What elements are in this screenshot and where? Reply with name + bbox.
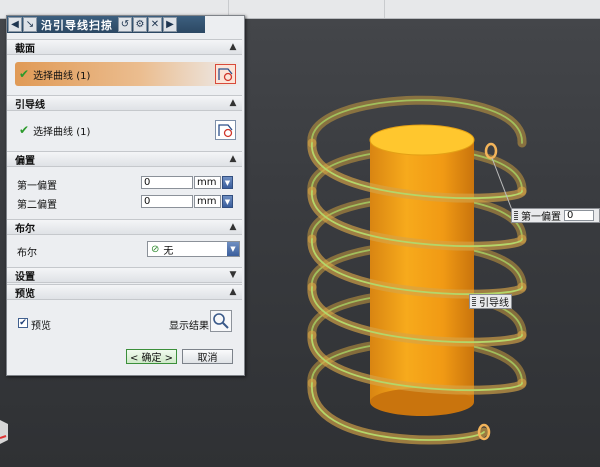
chevron-right-icon[interactable]: ▶ xyxy=(163,17,177,32)
first-offset-tag-label: 第一偏置 xyxy=(521,212,561,223)
boolean-title: 布尔 xyxy=(15,223,35,235)
first-offset-tag-field[interactable]: 0 xyxy=(564,210,594,221)
offset-header[interactable]: 偏置 ▲ xyxy=(7,151,242,167)
cylinder xyxy=(369,124,475,416)
gear-icon[interactable]: ⚙ xyxy=(133,17,147,32)
boolean-header[interactable]: 布尔 ▲ xyxy=(7,219,242,235)
preview-title: 预览 xyxy=(15,288,35,300)
magnifier-icon[interactable] xyxy=(210,310,232,332)
section-title: 截面 xyxy=(15,43,35,55)
ok-button[interactable]: < 确定 > xyxy=(126,349,177,364)
checkmark-icon: ✔ xyxy=(19,123,30,137)
dialog-title: 沿引导线扫掠 xyxy=(41,18,113,32)
reset-icon[interactable]: ↺ xyxy=(118,17,132,32)
settings-header[interactable]: 设置 ▼ xyxy=(7,267,242,283)
boolean-label: 布尔 xyxy=(17,248,37,259)
offset-title: 偏置 xyxy=(15,155,35,167)
second-offset-label: 第二偏置 xyxy=(17,200,57,211)
boolean-value: 无 xyxy=(163,245,174,257)
spin-arrow-icon[interactable]: ▼ xyxy=(222,195,233,208)
chevron-down-icon[interactable]: ▼ xyxy=(227,269,239,281)
first-offset-unit: mm xyxy=(194,176,221,189)
back-icon[interactable]: ◀ xyxy=(8,17,22,32)
show-result-label: 显示结果 xyxy=(169,321,209,332)
preview-checkbox[interactable]: ✔ xyxy=(18,318,28,328)
guide-title: 引导线 xyxy=(15,99,45,111)
sweep-along-guide-dialog: ◀ ↘ 沿引导线扫掠 ↺ ⚙ ✕ ▶ 截面 ▲ ✔ 选择曲线 (1) 引导线 ▲… xyxy=(6,15,245,376)
chevron-up-icon[interactable]: ▲ xyxy=(227,153,239,165)
preview-header[interactable]: 预览 ▲ xyxy=(7,284,242,300)
grip-icon xyxy=(514,211,518,221)
section-header[interactable]: 截面 ▲ xyxy=(7,39,242,55)
curve-select-icon[interactable] xyxy=(215,64,236,84)
guide-select-label: 选择曲线 (1) xyxy=(33,126,91,138)
chevron-down-icon[interactable]: ▼ xyxy=(227,242,239,256)
settings-title: 设置 xyxy=(15,271,35,283)
grip-icon xyxy=(472,297,476,307)
guide-select-row[interactable]: ✔ 选择曲线 (1) xyxy=(15,118,242,142)
spin-arrow-icon[interactable]: ▼ xyxy=(222,176,233,189)
first-offset-field[interactable]: 0 xyxy=(141,176,193,189)
chevron-up-icon[interactable]: ▲ xyxy=(227,286,239,298)
cancel-button[interactable]: 取消 xyxy=(182,349,233,364)
dialog-titlebar[interactable]: ◀ ↘ 沿引导线扫掠 ↺ ⚙ ✕ ▶ xyxy=(7,16,205,33)
arrow-icon[interactable]: ↘ xyxy=(23,17,37,32)
chevron-up-icon[interactable]: ▲ xyxy=(227,41,239,53)
boolean-dropdown[interactable]: ⊘ 无 ▼ xyxy=(147,241,240,257)
guide-tag[interactable]: 引导线 xyxy=(469,294,512,309)
boolean-none-icon: ⊘ xyxy=(151,243,160,255)
preview-checkbox-label: 预览 xyxy=(31,321,51,332)
section-select-row[interactable]: ✔ 选择曲线 (1) xyxy=(15,62,242,86)
section-select-label: 选择曲线 (1) xyxy=(33,70,91,82)
chevron-up-icon[interactable]: ▲ xyxy=(227,221,239,233)
chevron-up-icon[interactable]: ▲ xyxy=(227,97,239,109)
guide-header[interactable]: 引导线 ▲ xyxy=(7,95,242,111)
guide-tag-label: 引导线 xyxy=(479,298,509,309)
close-icon[interactable]: ✕ xyxy=(148,17,162,32)
second-offset-unit: mm xyxy=(194,195,221,208)
axis-triad-icon xyxy=(0,420,8,444)
first-offset-tag[interactable]: 第一偏置 0 xyxy=(511,208,600,223)
first-offset-label: 第一偏置 xyxy=(17,181,57,192)
second-offset-field[interactable]: 0 xyxy=(141,195,193,208)
checkmark-icon: ✔ xyxy=(19,67,30,81)
curve-select-icon[interactable] xyxy=(215,120,236,140)
